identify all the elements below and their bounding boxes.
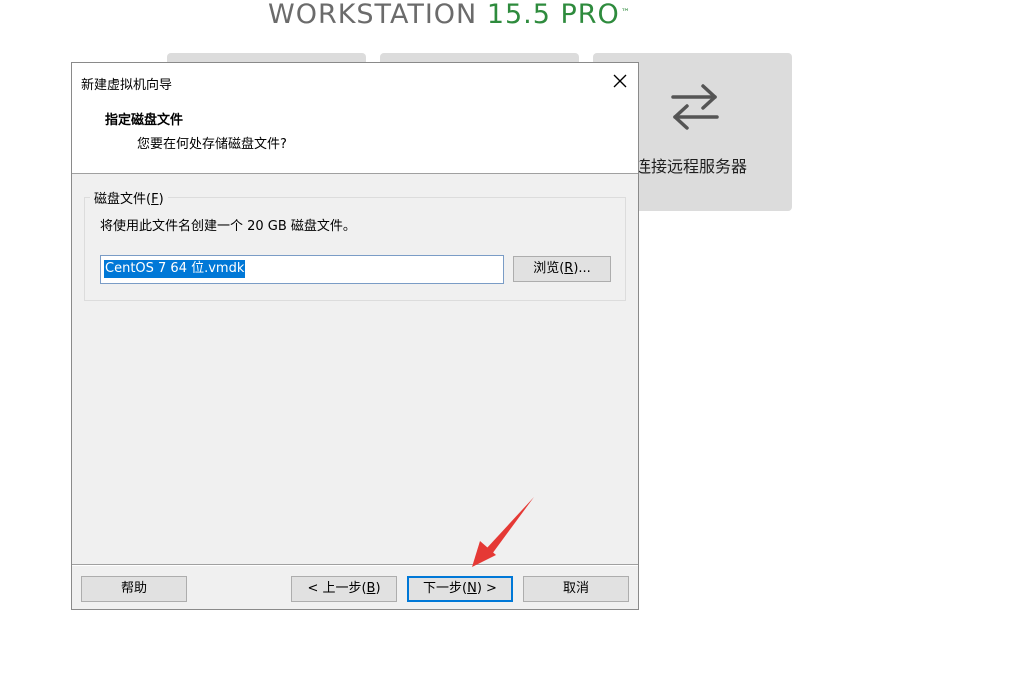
- brand-version: 15.5 PRO: [486, 0, 620, 30]
- connect-remote-label: 连接远程服务器: [635, 157, 748, 176]
- next-button[interactable]: 下一步(N) >: [407, 576, 513, 602]
- cancel-button[interactable]: 取消: [523, 576, 629, 602]
- wizard-step-subtitle: 您要在何处存储磁盘文件?: [137, 137, 287, 152]
- browse-button[interactable]: 浏览(R)...: [513, 256, 611, 282]
- disk-file-name-input[interactable]: CentOS 7 64 位.vmdk: [100, 255, 504, 284]
- annotation-arrow-icon: [472, 497, 534, 567]
- dialog-title: 新建虚拟机向导: [81, 78, 173, 93]
- back-button[interactable]: < 上一步(B): [291, 576, 397, 602]
- footer-divider: [72, 564, 638, 566]
- new-vm-wizard-dialog: 新建虚拟机向导 指定磁盘文件 您要在何处存储磁盘文件? 磁盘文件(F) 将使用此…: [71, 62, 639, 610]
- brand-trademark: ™: [620, 8, 631, 18]
- disk-file-group-label: 磁盘文件(F): [90, 188, 168, 207]
- disk-file-name-value: CentOS 7 64 位.vmdk: [104, 260, 246, 278]
- brand-name: WORKSTATION: [268, 0, 487, 30]
- close-icon[interactable]: [610, 71, 630, 91]
- brand-logo: WORKSTATION 15.5 PRO™: [268, 0, 631, 32]
- help-button[interactable]: 帮助: [81, 576, 187, 602]
- dialog-titlebar[interactable]: 新建虚拟机向导: [72, 63, 638, 99]
- swap-arrows-icon: [671, 84, 719, 130]
- disk-file-group: [84, 197, 626, 301]
- disk-file-description: 将使用此文件名创建一个 20 GB 磁盘文件。: [100, 219, 356, 234]
- wizard-header: 指定磁盘文件 您要在何处存储磁盘文件?: [72, 99, 638, 174]
- wizard-step-title: 指定磁盘文件: [105, 113, 184, 128]
